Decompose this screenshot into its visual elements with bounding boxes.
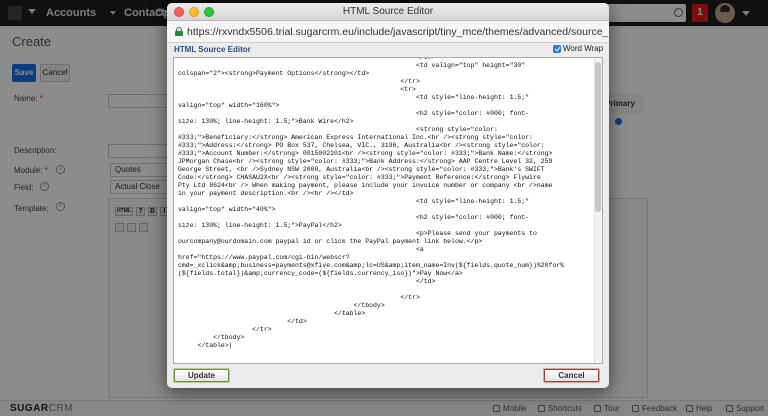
- html-source-content[interactable]: </tr> <td valign="top" height="30" colsp…: [174, 58, 594, 350]
- word-wrap-label[interactable]: Word Wrap: [563, 44, 603, 53]
- url-bar: https://rxvndx5506.trial.sugarcrm.eu/inc…: [167, 21, 609, 43]
- window-title: HTML Source Editor: [342, 6, 434, 17]
- lock-icon: [175, 27, 183, 36]
- window-titlebar[interactable]: HTML Source Editor: [167, 3, 609, 21]
- html-source-editor-window: HTML Source Editor https://rxvndx5506.tr…: [167, 3, 609, 388]
- editor-header: HTML Source Editor Word Wrap: [167, 43, 609, 57]
- html-source-textarea[interactable]: </tr> <td valign="top" height="30" colsp…: [173, 57, 603, 364]
- update-button[interactable]: Update: [173, 368, 230, 383]
- cancel-button[interactable]: Cancel: [543, 368, 600, 383]
- word-wrap-checkbox[interactable]: [553, 45, 561, 53]
- vertical-scrollbar[interactable]: [594, 58, 602, 363]
- editor-title: HTML Source Editor: [174, 45, 251, 54]
- scrollbar-thumb[interactable]: [595, 62, 601, 212]
- url-text: https://rxvndx5506.trial.sugarcrm.eu/inc…: [187, 26, 609, 38]
